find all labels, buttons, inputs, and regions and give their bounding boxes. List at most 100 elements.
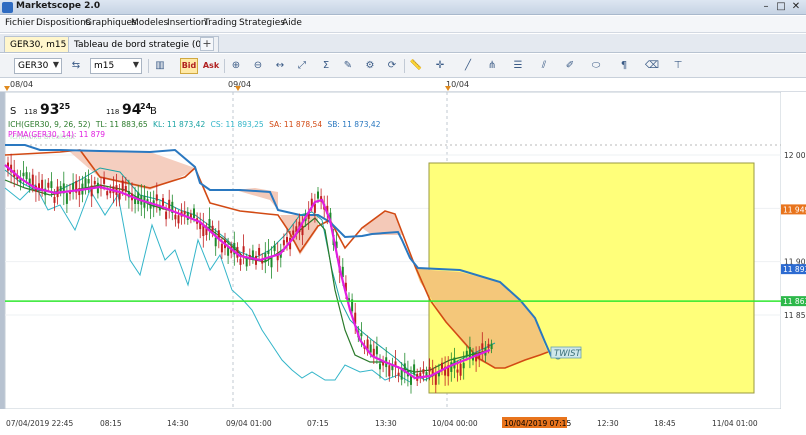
add-tab-button[interactable]: + xyxy=(200,37,214,51)
candle-body xyxy=(193,208,195,219)
candle-body xyxy=(487,343,490,348)
channel-icon[interactable]: ⫽ xyxy=(536,58,552,74)
candle-body xyxy=(273,245,276,252)
close-window-button[interactable]: ✕ xyxy=(790,1,802,13)
x-tick-label: 13:30 xyxy=(375,419,397,428)
candle-body xyxy=(292,230,295,235)
chevron-down-icon: ▼ xyxy=(52,60,59,69)
x-tick-label: 10/04 00:00 xyxy=(432,419,478,428)
candle-body xyxy=(267,250,270,254)
menu-dispositions[interactable]: Dispositions xyxy=(36,18,90,28)
draw-line-icon[interactable]: ╱ xyxy=(460,58,476,74)
chikou-value: CS: 11 893,25 xyxy=(210,120,264,129)
timeframe-select[interactable]: m15 ▼ xyxy=(90,58,142,74)
menu-fichier[interactable]: Fichier xyxy=(5,18,34,28)
x-tick-label: 07/04/2019 22:45 xyxy=(6,419,73,428)
ask-button[interactable]: Ask xyxy=(202,58,220,74)
pencil-icon[interactable]: ✐ xyxy=(562,58,578,74)
candle-body xyxy=(388,365,391,377)
time-ruler: 08/04 09/04 10/04 xyxy=(0,79,806,92)
price-tag-label: 11 893 xyxy=(783,265,806,274)
candle-body xyxy=(490,343,493,350)
minimize-button[interactable]: – xyxy=(760,1,772,13)
kijun-value: KL: 11 873,42 xyxy=(153,120,206,129)
tree-icon[interactable]: ⊤ xyxy=(670,58,686,74)
tab-label: Tableau de bord strategie (0/0) xyxy=(74,40,214,50)
candle-body xyxy=(124,186,127,192)
y-tick-label: 12 000 xyxy=(784,151,806,160)
crosshair-icon[interactable]: ✛ xyxy=(432,58,448,74)
zoom-in-icon[interactable]: ⊕ xyxy=(228,58,244,74)
tab-strategy-dashboard[interactable]: Tableau de bord strategie (0/0) xyxy=(68,36,220,52)
ruler-icon[interactable]: 📏 xyxy=(408,58,424,74)
ichimoku-legend[interactable]: ICH(GER30, 9, 26, 52) TL: 11 883,65 KL: … xyxy=(8,120,380,129)
candle-body xyxy=(168,199,171,209)
candle-body xyxy=(47,182,50,188)
price-chart[interactable]: TWIST Ichimoku Breakout 12 00011 95011 9… xyxy=(0,92,806,435)
candle-body xyxy=(428,367,431,372)
timeframe-value: m15 xyxy=(94,61,115,71)
x-tick-label: 07:15 xyxy=(307,419,329,428)
tab-bar: GER30, m15✕ Tableau de bord strategie (0… xyxy=(0,34,806,53)
horizontal-line-icon[interactable]: ☰ xyxy=(510,58,526,74)
candle-body xyxy=(462,362,465,369)
text-tool-icon[interactable]: ¶ xyxy=(616,58,632,74)
candle-body xyxy=(25,172,28,180)
eraser-icon[interactable]: ⌫ xyxy=(644,58,660,74)
properties-icon[interactable]: ✎ xyxy=(340,58,356,74)
x-tick-label: 12:30 xyxy=(597,419,619,428)
candle-body xyxy=(239,258,242,265)
senkou-a-value: SA: 11 878,54 xyxy=(269,120,323,129)
candle-body xyxy=(65,193,68,204)
settings-icon[interactable]: ⚙ xyxy=(362,58,378,74)
menu-graphiques[interactable]: Graphiques xyxy=(85,18,137,28)
chart-type-icon[interactable]: ▥ xyxy=(152,58,168,74)
pfma-legend[interactable]: PFMA(GER30, 14): 11 879 xyxy=(8,130,105,139)
senkou-b-value: SB: 11 873,42 xyxy=(327,120,381,129)
candle-body xyxy=(84,178,87,189)
symbol-options-icon[interactable]: ⇆ xyxy=(68,58,84,74)
ellipse-icon[interactable]: ⬭ xyxy=(588,58,604,74)
menu-aide[interactable]: Aide xyxy=(282,18,302,28)
candle-body xyxy=(459,363,462,376)
period-marker-icon[interactable] xyxy=(4,86,10,91)
price-tag-label: 11 949 xyxy=(783,205,806,214)
candle-body xyxy=(317,191,319,199)
menu-insertion[interactable]: Insertion xyxy=(167,18,207,28)
ichimoku-name: ICH(GER30, 9, 26, 52) xyxy=(8,120,91,129)
menu-strategies[interactable]: Strategies xyxy=(239,18,285,28)
candle-body xyxy=(242,246,245,253)
toolbar-separator xyxy=(224,59,225,73)
candle-body xyxy=(183,211,186,215)
menu-trading[interactable]: Trading xyxy=(204,18,237,28)
candle-body xyxy=(481,343,484,350)
candle-body xyxy=(475,356,478,362)
scroll-icon[interactable]: ↔ xyxy=(272,58,288,74)
symbol-select[interactable]: GER30 ▼ xyxy=(14,58,62,74)
candle-body xyxy=(456,369,459,373)
bid-button[interactable]: Bid xyxy=(180,58,198,74)
zoom-fit-icon[interactable]: ⤢ xyxy=(294,58,310,74)
candle-body xyxy=(245,257,248,267)
zoom-out-icon[interactable]: ⊖ xyxy=(250,58,266,74)
fibonacci-icon[interactable]: ⋔ xyxy=(484,58,500,74)
period-marker-icon[interactable] xyxy=(445,86,451,91)
candle-body xyxy=(214,237,217,247)
buy-price: 94 xyxy=(122,102,142,118)
maximize-button[interactable]: □ xyxy=(775,1,787,13)
candle-body xyxy=(72,183,75,190)
candle-body xyxy=(211,225,214,232)
symbol-value: GER30 xyxy=(18,61,49,71)
refresh-icon[interactable]: ⟳ xyxy=(384,58,400,74)
menu-modeles[interactable]: Modeles xyxy=(131,18,168,28)
price-axis[interactable] xyxy=(781,92,806,409)
indicators-icon[interactable]: Σ xyxy=(318,58,334,74)
candle-body xyxy=(413,364,416,375)
x-tick-label: 14:30 xyxy=(167,419,189,428)
candle-body xyxy=(251,250,254,259)
candle-body xyxy=(468,347,471,358)
buy-indicator: B xyxy=(150,106,157,117)
candle-body xyxy=(50,181,53,188)
period-marker-icon[interactable] xyxy=(235,86,241,91)
candle-body xyxy=(301,226,304,236)
